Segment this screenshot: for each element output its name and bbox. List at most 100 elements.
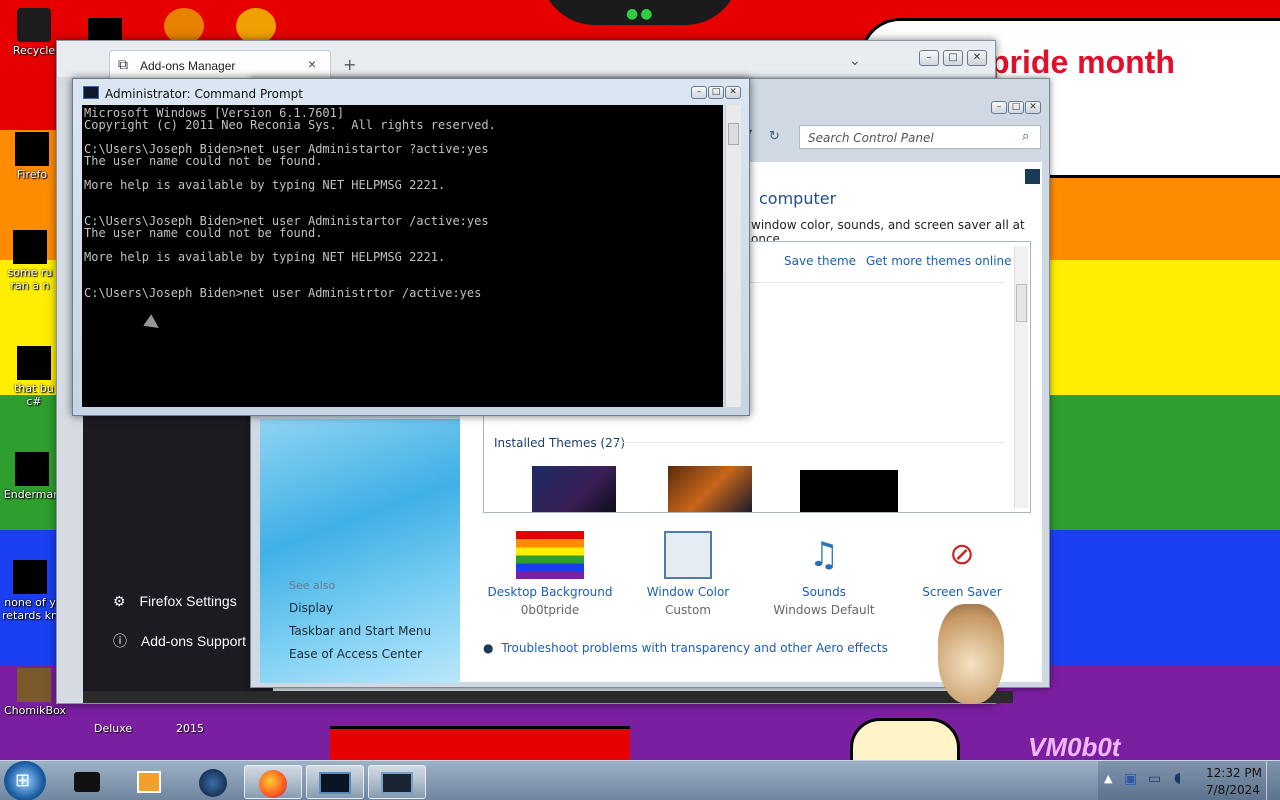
theme-thumbnail-2[interactable]: [668, 466, 752, 512]
firefox-statusbar: [83, 691, 1013, 703]
refresh-icon[interactable]: ↻: [769, 129, 780, 144]
see-also-taskbar-link[interactable]: Taskbar and Start Menu: [289, 624, 431, 638]
hamster-image: [938, 604, 1004, 704]
desktop-icon-firefox[interactable]: Firefo: [2, 132, 62, 181]
desktop-icon-label: some ru: [7, 266, 53, 279]
sounds-label: Sounds: [801, 585, 847, 599]
see-also-ease-of-access-link[interactable]: Ease of Access Center: [289, 647, 422, 661]
desktop-icon-file-2[interactable]: that bu c#: [4, 346, 64, 408]
installed-themes-label: Installed Themes (27): [494, 436, 626, 450]
theme-thumbnail-3[interactable]: [800, 470, 898, 512]
control-panel-icon: [381, 772, 413, 794]
cp-minimize-button[interactable]: –: [991, 101, 1007, 114]
desktop-icon-label: c#: [26, 395, 42, 408]
desktop-icon-label: none of y: [4, 596, 56, 609]
desktop-label-year: 2015: [176, 722, 204, 735]
desktop-background-label: Desktop Background: [487, 585, 613, 599]
taskbar-control-panel[interactable]: [368, 765, 426, 799]
addons-support-link[interactable]: ⓘ Add-ons Support: [113, 631, 246, 651]
globe-icon: ●: [483, 641, 494, 655]
desktop-icon-app[interactable]: [164, 8, 204, 44]
window-color-item[interactable]: Window Color Custom: [623, 531, 753, 617]
window-color-value: Custom: [665, 603, 711, 617]
cmd-taskbar-icon: [319, 772, 351, 794]
desktop-label-deluxe: Deluxe: [94, 722, 133, 735]
firefox-icon: [15, 132, 49, 166]
desktop-background-item[interactable]: Desktop Background 0b0tpride: [485, 531, 615, 617]
tray-app-icon[interactable]: ▣: [1124, 771, 1137, 787]
save-theme-link[interactable]: Save theme: [784, 254, 856, 268]
start-button[interactable]: ⊞: [4, 761, 46, 800]
scrollbar-thumb[interactable]: [1016, 284, 1027, 322]
get-more-themes-link[interactable]: Get more themes online: [866, 254, 1012, 268]
taskbar-cmd[interactable]: [306, 765, 364, 799]
file-icon: [13, 560, 47, 594]
volume-icon[interactable]: ◖: [1174, 770, 1181, 786]
puzzle-icon: ⧉: [118, 56, 128, 72]
firefox-icon: [259, 770, 287, 798]
new-tab-button[interactable]: +: [343, 55, 356, 74]
theme-thumbnail-1[interactable]: [532, 466, 616, 512]
firefox-maximize-button[interactable]: □: [943, 50, 963, 66]
cmd-close-button[interactable]: ✕: [725, 86, 741, 99]
desktop-icon-file-3[interactable]: none of y retards kn: [0, 560, 60, 622]
show-desktop-button[interactable]: [1266, 761, 1280, 800]
file-icon: [13, 230, 47, 264]
desktop-icon-label: that bu: [14, 382, 54, 395]
cp-close-button[interactable]: ✕: [1025, 101, 1041, 114]
cmd-console[interactable]: Microsoft Windows [Version 6.1.7601] Copy…: [82, 105, 723, 407]
firefox-settings-link[interactable]: ⚙ Firefox Settings: [113, 593, 237, 610]
media-player-icon: [137, 771, 161, 793]
tab-list-dropdown[interactable]: ⌄: [849, 53, 861, 69]
cmd-line: Copyright (c) 2011 Neo Reconia Sys. All …: [84, 118, 496, 132]
desktop-icon-file-1[interactable]: some ru ran a n: [0, 230, 60, 292]
screen-saver-label: Screen Saver: [922, 585, 1002, 599]
sounds-item[interactable]: ♫ Sounds Windows Default: [759, 531, 889, 617]
desktop-icon-label: Recycle: [12, 44, 56, 57]
window-color-icon: [664, 531, 712, 579]
tray-date[interactable]: 7/8/2024: [1206, 783, 1260, 797]
cmd-minimize-button[interactable]: –: [691, 86, 707, 99]
sounds-value: Windows Default: [773, 603, 875, 617]
search-control-panel-field[interactable]: Search Control Panel ⌕: [799, 125, 1041, 149]
search-icon: ⌕: [1022, 129, 1030, 144]
help-icon: ⓘ: [113, 633, 127, 649]
tab-label: Add-ons Manager: [140, 59, 236, 73]
firefox-close-button[interactable]: ✕: [967, 50, 987, 66]
themes-scrollbar[interactable]: [1014, 246, 1028, 508]
help-icon[interactable]: [1025, 169, 1040, 184]
cmd-window: Administrator: Command Prompt – □ ✕ Micr…: [72, 78, 750, 416]
taskbar-app-1[interactable]: [58, 765, 116, 799]
cmd-line: The user name could not be found.: [84, 226, 323, 240]
taskbar-app-globe[interactable]: [184, 765, 242, 799]
tray-time[interactable]: 12:32 PM: [1206, 766, 1262, 780]
desktop-icon-app-2[interactable]: [236, 8, 276, 44]
see-also-display-link[interactable]: Display: [289, 601, 333, 615]
cp-maximize-button[interactable]: □: [1008, 101, 1024, 114]
desktop-icon-label: ran a n: [10, 279, 50, 292]
cmd-maximize-button[interactable]: □: [708, 86, 724, 99]
tab-addons-manager[interactable]: ⧉ Add-ons Manager ×: [109, 50, 331, 78]
window-color-label: Window Color: [646, 585, 730, 599]
divider: [614, 442, 1004, 443]
cmd-line: The user name could not be found.: [84, 154, 323, 168]
cmd-scrollbar[interactable]: [725, 105, 741, 407]
cmd-line: [84, 191, 723, 203]
desktop-icon-chomikbox[interactable]: ChomikBox: [4, 668, 66, 717]
tray-expand-icon[interactable]: ▲: [1104, 772, 1112, 785]
taskbar-app-media[interactable]: [120, 765, 178, 799]
taskbar-firefox[interactable]: [244, 765, 302, 799]
desktop-icon-enderman[interactable]: Enderman: [2, 452, 62, 501]
mouse-cursor-icon: [143, 314, 163, 334]
firefox-minimize-button[interactable]: –: [919, 50, 939, 66]
app-icon: [74, 772, 100, 792]
desktop-icon-folder[interactable]: [88, 18, 122, 40]
cmd-scrollbar-thumb[interactable]: [728, 123, 739, 145]
desktop-icon-recycle-bin[interactable]: Recycle: [4, 8, 64, 57]
taskbar: ⊞ ▲ ▣ ▭ ◖ 12:32 PM 7/8/2024: [0, 760, 1280, 800]
network-icon[interactable]: ▭: [1148, 771, 1161, 787]
firefox-settings-label: Firefox Settings: [139, 593, 237, 609]
tab-close-icon[interactable]: ×: [308, 56, 316, 72]
cmd-title: Administrator: Command Prompt: [105, 87, 303, 101]
troubleshoot-link[interactable]: ● Troubleshoot problems with transparenc…: [483, 641, 888, 655]
